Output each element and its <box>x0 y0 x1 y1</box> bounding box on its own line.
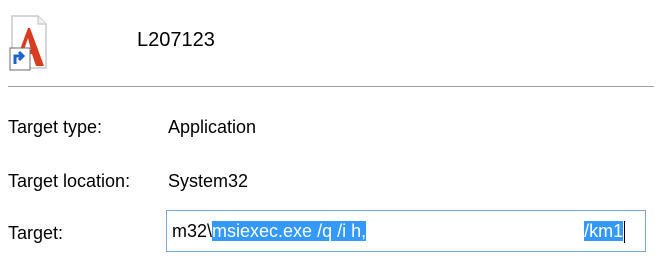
target-selected-end: /km1 <box>584 221 624 241</box>
target-location-value: System32 <box>168 171 249 191</box>
target-text-prefix: m32\ <box>172 221 213 241</box>
shortcut-app-icon <box>8 12 58 76</box>
text-caret <box>624 221 626 244</box>
target-location-label: Target location: <box>8 171 131 191</box>
target-selected-mid: , <box>361 221 367 241</box>
target-type-value: Application <box>168 117 257 137</box>
target-selected-start: msiexec.exe /q /i h <box>212 221 362 241</box>
shortcut-name: L207123 <box>137 29 215 51</box>
target-type-label: Target type: <box>8 117 103 137</box>
target-input[interactable]: m32\msiexec.exe /q /i h, /km1 <box>166 210 646 252</box>
target-label: Target: <box>8 223 64 243</box>
divider <box>8 86 654 87</box>
